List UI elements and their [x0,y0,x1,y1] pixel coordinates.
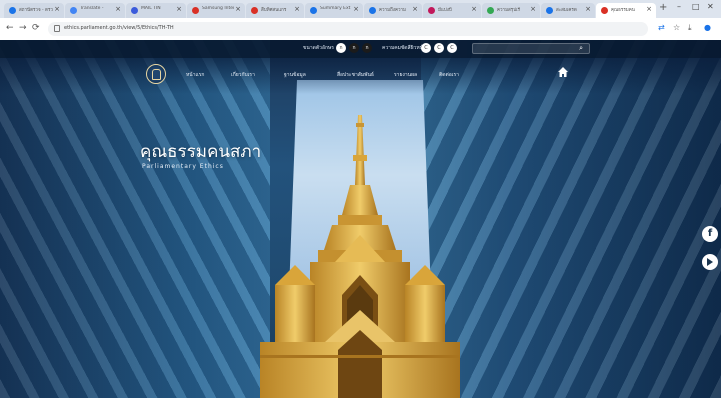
tab-favicon-icon [131,7,138,14]
browser-tab[interactable]: MAIL TIN × [126,3,186,18]
browser-tab[interactable]: ความถึงความ × [364,3,422,18]
youtube-icon[interactable] [702,254,718,270]
nav-item-contact[interactable]: ติดต่อเรา [439,71,459,79]
browser-tab[interactable]: สืบทิศสนแกร × [246,3,304,18]
home-icon[interactable] [557,66,569,78]
tab-favicon-icon [487,7,494,14]
font-size-medium-button[interactable]: ก [349,43,359,53]
contrast-normal-button[interactable]: C [421,43,431,53]
contrast-dark-button[interactable]: C [434,43,444,53]
search-icon[interactable]: ⌕ [579,44,583,53]
nav-item-about[interactable]: เกี่ยวกับเรา [231,71,255,79]
lock-icon [54,25,60,32]
tab-title: สะสมเครด [556,8,577,13]
tab-close-icon[interactable]: × [235,5,241,13]
tab-title: ความถึงความ [379,8,406,13]
tab-close-icon[interactable]: × [412,5,418,13]
tab-favicon-icon [310,7,317,14]
tab-title: สถานีตรวจ - ตรว [19,8,53,13]
tab-favicon-icon [428,7,435,14]
star-icon[interactable]: ☆ [673,23,680,32]
tab-title: Samsung Inter [202,6,234,11]
browser-tab[interactable]: Samsung Inter × [187,3,245,18]
tab-close-icon[interactable]: × [471,5,477,13]
browser-tab[interactable]: สถานีตรวจ - ตรว × [4,3,64,18]
play-icon [707,258,713,266]
browser-toolbar: ← → ⟳ ethics.parliament.go.th/view/5/Eth… [0,18,721,41]
parliament-logo[interactable] [146,64,166,84]
tab-favicon-icon [546,7,553,14]
browser-tab[interactable]: Summary Ext × [305,3,363,18]
tab-title: สืบทิศสนแกร [261,8,287,13]
minimize-button[interactable]: – [677,2,681,11]
browser-tab-active[interactable]: คุณธรรมคน × [596,3,656,18]
nav-item-reports[interactable]: รายงานผล [394,71,417,79]
tab-close-icon[interactable]: × [54,5,60,13]
tab-title: Translate - [80,6,104,11]
tab-close-icon[interactable]: × [353,5,359,13]
font-size-label: ขนาดตัวอักษร [303,45,334,51]
website-viewport: ขนาดตัวอักษร ก ก ก ความคมชัดสีผิวหน้า C … [0,40,721,398]
tab-close-icon[interactable]: × [646,5,652,13]
reload-button[interactable]: ⟳ [32,23,40,33]
tab-close-icon[interactable]: × [585,5,591,13]
forward-button[interactable]: → [19,23,27,33]
new-tab-button[interactable]: + [659,2,667,13]
tab-favicon-icon [9,7,16,14]
temple-image [260,115,460,398]
tab-favicon-icon [192,7,199,14]
nav-item-home[interactable]: หน้าแรก [186,71,204,79]
tab-title: MAIL TIN [141,6,161,11]
tab-favicon-icon [251,7,258,14]
nav-item-database[interactable]: ฐานข้อมูล [284,71,306,79]
restore-button[interactable]: □ [692,2,700,11]
facebook-icon[interactable]: f [702,226,718,242]
accessibility-bar [0,40,721,58]
browser-tab[interactable]: สะสมเครด × [541,3,595,18]
contrast-label: ความคมชัดสีผิวหน้า [382,45,426,51]
browser-tab[interactable]: มีแบ่งปี × [423,3,481,18]
address-url: ethics.parliament.go.th/view/5/Ethics/TH… [64,25,174,31]
browser-tab[interactable]: Translate - × [65,3,125,18]
translate-icon[interactable]: ⇄ [658,23,665,32]
font-size-small-button[interactable]: ก [336,43,346,53]
tab-close-icon[interactable]: × [530,5,536,13]
tab-title: คุณธรรมคน [611,8,635,13]
hero-subtitle: Parliamentary Ethics [142,163,224,170]
download-icon[interactable]: ⤓ [688,23,692,33]
browser-tab[interactable]: ความสรุปเรี × [482,3,540,18]
back-button[interactable]: ← [6,23,14,33]
tab-favicon-icon [369,7,376,14]
tab-close-icon[interactable]: × [294,5,300,13]
profile-avatar-icon[interactable]: ● [704,23,711,32]
browser-tab-strip: สถานีตรวจ - ตรว × Translate - × MAIL TIN… [0,0,721,18]
tab-favicon-icon [601,7,608,14]
contrast-yellow-button[interactable]: C [447,43,457,53]
tab-title: Summary Ext [320,6,351,11]
address-bar[interactable]: ethics.parliament.go.th/view/5/Ethics/TH… [48,22,648,36]
tab-close-icon[interactable]: × [176,5,182,13]
tab-title: ความสรุปเรี [497,8,521,13]
tab-title: มีแบ่งปี [438,8,452,13]
nav-item-media[interactable]: สื่อประชาสัมพันธ์ [337,71,374,79]
hero-title: คุณธรรมคนสภา [140,142,262,162]
site-search-input[interactable]: ⌕ [472,43,590,54]
font-size-large-button[interactable]: ก [362,43,372,53]
close-window-button[interactable]: ✕ [707,2,714,11]
tab-favicon-icon [70,7,77,14]
tab-close-icon[interactable]: × [115,5,121,13]
